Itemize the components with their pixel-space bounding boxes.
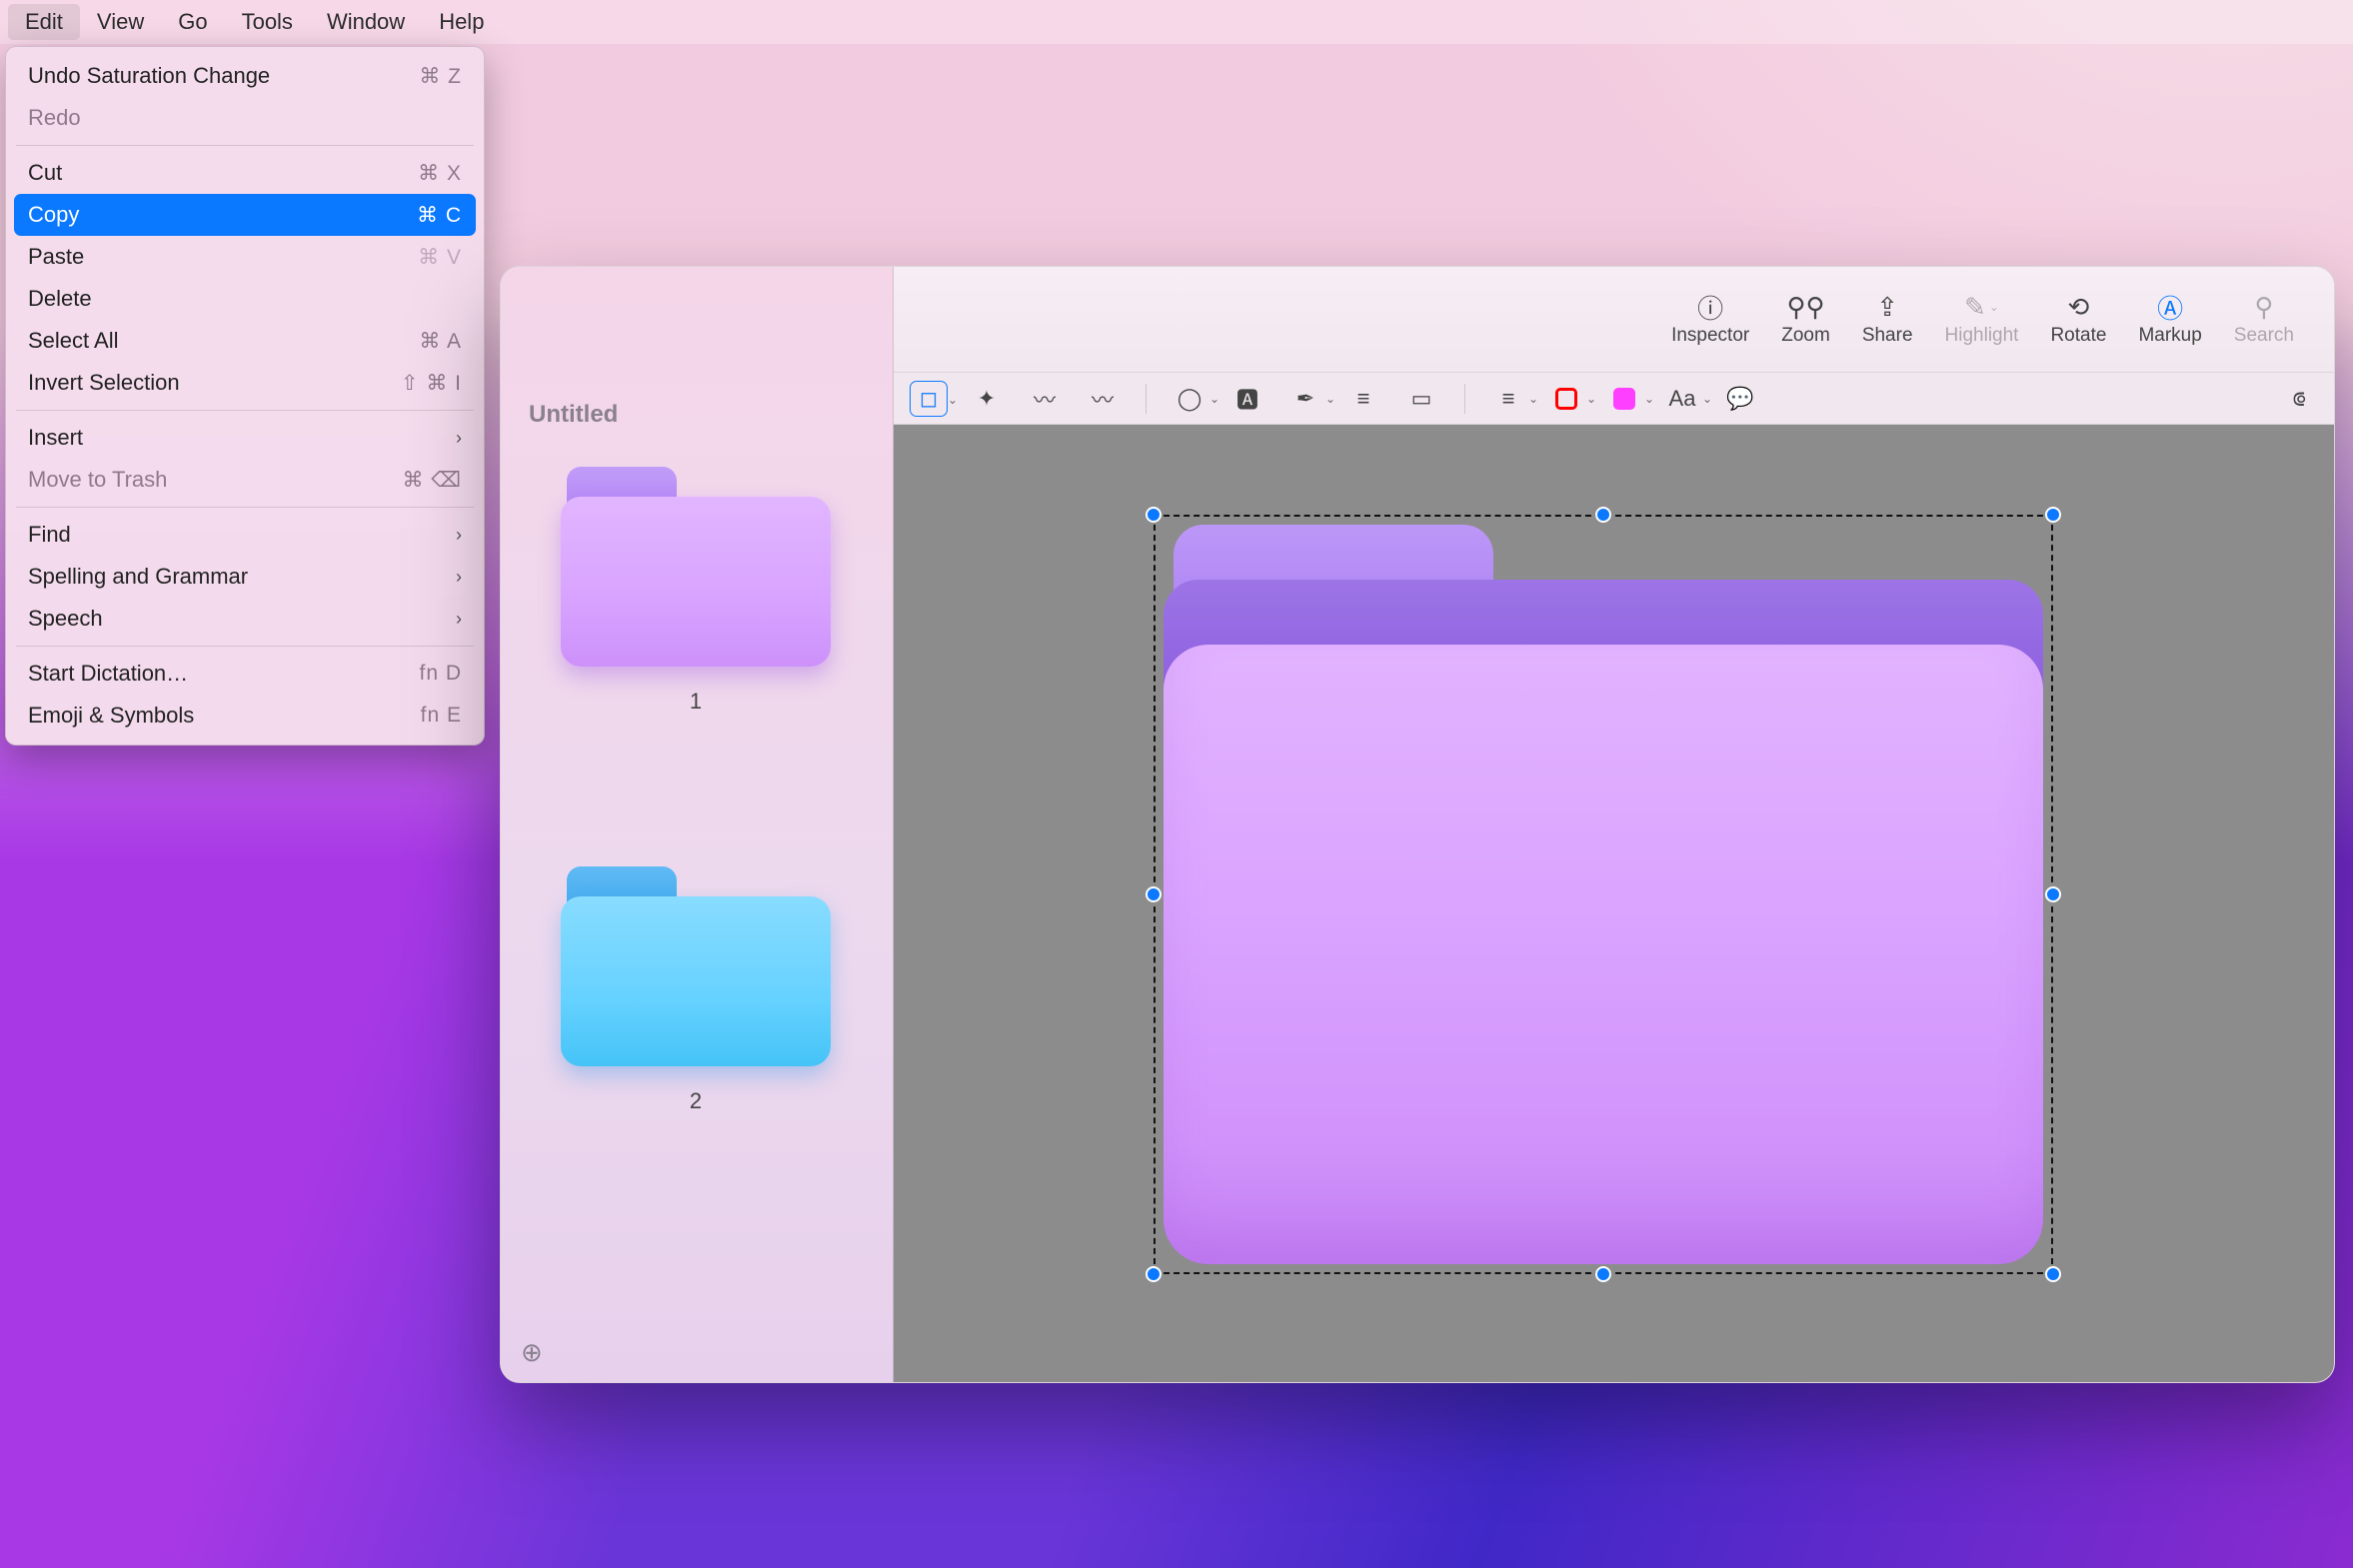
menu-separator — [16, 410, 474, 411]
instant-alpha-tool[interactable]: ✦ — [968, 381, 1006, 417]
resize-handle-bl[interactable] — [1146, 1266, 1162, 1282]
selection-marquee — [1154, 515, 2053, 1274]
folder-icon — [561, 866, 831, 1066]
menu-tools[interactable]: Tools — [225, 4, 310, 40]
desktop: EditViewGoToolsWindowHelp Undo Saturatio… — [0, 0, 2353, 1568]
text-tool[interactable]: 🅰 — [1228, 381, 1266, 417]
search-label: Search — [2234, 325, 2294, 347]
page-number: 1 — [561, 689, 831, 715]
resize-handle-ml[interactable] — [1146, 886, 1162, 902]
submenu-arrow-icon: › — [456, 428, 462, 449]
highlight-icon: ✎⌄ — [1945, 292, 2019, 322]
sketch-tool[interactable]: 〰 — [1026, 381, 1064, 417]
menu-item-select-all[interactable]: Select All⌘ A — [14, 320, 476, 362]
resize-handle-tm[interactable] — [1595, 507, 1611, 523]
markup-button[interactable]: Ⓐ Markup — [2138, 292, 2201, 347]
submenu-arrow-icon: › — [456, 609, 462, 630]
search-button: ⚲ Search — [2234, 292, 2294, 347]
text-style-tool[interactable]: Aa⌄ — [1663, 381, 1701, 417]
menu-help[interactable]: Help — [422, 4, 501, 40]
line-style-tool[interactable]: ≡⌄ — [1489, 381, 1527, 417]
rotate-button[interactable]: ⟲ Rotate — [2050, 292, 2106, 347]
menu-separator — [16, 646, 474, 647]
fill-color-tool[interactable]: ⌄ — [1605, 381, 1643, 417]
adjust-color-tool[interactable]: ≡ — [1344, 381, 1382, 417]
menubar: EditViewGoToolsWindowHelp — [0, 0, 2353, 44]
menu-item-start-dictation[interactable]: Start Dictation…fn D — [14, 653, 476, 695]
resize-handle-mr[interactable] — [2045, 886, 2061, 902]
search-icon: ⚲ — [2234, 292, 2294, 322]
menu-item-paste[interactable]: Paste⌘ V — [14, 236, 476, 278]
inspector-label: Inspector — [1671, 325, 1749, 347]
menu-item-undo-saturation-change[interactable]: Undo Saturation Change⌘ Z — [14, 55, 476, 97]
shortcut-label: ⌘ X — [418, 161, 462, 186]
menu-item-find[interactable]: Find› — [14, 514, 476, 556]
preview-window: ◫ ⌄ View Untitled Edited ⓘInspector⚲⚲Zoo… — [500, 266, 2335, 1383]
zoom-icon: ⚲⚲ — [1781, 292, 1830, 322]
highlight-label: Highlight — [1945, 325, 2019, 347]
zoom-button[interactable]: ⚲⚲ Zoom — [1781, 292, 1830, 347]
rotate-label: Rotate — [2050, 325, 2106, 347]
resize-handle-tl[interactable] — [1146, 507, 1162, 523]
shortcut-label: fn E — [421, 704, 462, 728]
menu-separator — [16, 145, 474, 146]
zoom-label: Zoom — [1781, 325, 1830, 347]
submenu-arrow-icon: › — [456, 567, 462, 588]
page-thumbnail-1[interactable]: 1 — [561, 467, 831, 715]
resize-handle-bm[interactable] — [1595, 1266, 1611, 1282]
submenu-arrow-icon: › — [456, 525, 462, 546]
annotate-tool[interactable]: 💬 — [1721, 381, 1759, 417]
shortcut-label: ⌘ C — [417, 203, 462, 228]
shortcut-label: ⌘ Z — [419, 64, 462, 89]
shortcut-label: ⌘ A — [419, 329, 462, 354]
menu-go[interactable]: Go — [161, 4, 224, 40]
menu-view[interactable]: View — [80, 4, 161, 40]
canvas[interactable] — [894, 425, 2334, 1382]
menu-item-speech[interactable]: Speech› — [14, 598, 476, 640]
menu-item-redo: Redo — [14, 97, 476, 139]
page-number: 2 — [561, 1088, 831, 1114]
add-page-button[interactable]: ⊕ — [521, 1337, 543, 1368]
markup-toolstrip: ◻⌄ ✦ 〰 〰 ◯⌄ 🅰 ✒⌄ ≡ ▭ ≡⌄ ⌄ ⌄ Aa⌄ 💬 ⟃ — [894, 373, 2334, 425]
shortcut-label: fn D — [419, 662, 462, 686]
adjust-size-tool[interactable]: ▭ — [1402, 381, 1440, 417]
shortcut-label: ⌘ V — [418, 245, 462, 270]
menu-item-delete[interactable]: Delete — [14, 278, 476, 320]
thumbnail-sidebar: Untitled 1 2 ⊕ — [501, 267, 894, 1382]
shapes-tool[interactable]: ◯⌄ — [1171, 381, 1208, 417]
highlight-button: ✎⌄ Highlight — [1945, 292, 2019, 347]
selection-bounds[interactable] — [1154, 515, 2053, 1274]
menu-item-copy[interactable]: Copy⌘ C — [14, 194, 476, 236]
inspector-button[interactable]: ⓘ Inspector — [1671, 292, 1749, 347]
menu-item-spelling-and-grammar[interactable]: Spelling and Grammar› — [14, 556, 476, 598]
shortcut-label: ⇧ ⌘ I — [401, 371, 462, 396]
draw-tool[interactable]: 〰 — [1084, 381, 1122, 417]
menu-edit[interactable]: Edit — [8, 4, 80, 40]
inspector-icon: ⓘ — [1671, 292, 1749, 322]
share-button[interactable]: ⇪ Share — [1862, 292, 1913, 347]
markup-label: Markup — [2138, 325, 2201, 347]
menu-item-invert-selection[interactable]: Invert Selection⇧ ⌘ I — [14, 362, 476, 404]
page-thumbnail-2[interactable]: 2 — [561, 866, 831, 1114]
menu-item-emoji-symbols[interactable]: Emoji & Symbolsfn E — [14, 695, 476, 737]
menu-separator — [16, 507, 474, 508]
crop-tool[interactable]: ⟃ — [2280, 381, 2318, 417]
border-color-tool[interactable]: ⌄ — [1547, 381, 1585, 417]
share-label: Share — [1862, 325, 1913, 347]
share-icon: ⇪ — [1862, 292, 1913, 322]
menu-window[interactable]: Window — [310, 4, 422, 40]
folder-icon — [561, 467, 831, 667]
sidebar-title: Untitled — [529, 401, 618, 429]
menu-item-move-to-trash: Move to Trash⌘ ⌫ — [14, 459, 476, 501]
sign-tool[interactable]: ✒⌄ — [1286, 381, 1324, 417]
resize-handle-tr[interactable] — [2045, 507, 2061, 523]
menu-item-insert[interactable]: Insert› — [14, 417, 476, 459]
rotate-icon: ⟲ — [2050, 292, 2106, 322]
menu-item-cut[interactable]: Cut⌘ X — [14, 152, 476, 194]
selection-tool[interactable]: ◻⌄ — [910, 381, 948, 417]
resize-handle-br[interactable] — [2045, 1266, 2061, 1282]
edit-menu-dropdown: Undo Saturation Change⌘ ZRedo Cut⌘ XCopy⌘… — [5, 46, 485, 746]
markup-icon: Ⓐ — [2138, 292, 2201, 322]
shortcut-label: ⌘ ⌫ — [402, 468, 462, 493]
